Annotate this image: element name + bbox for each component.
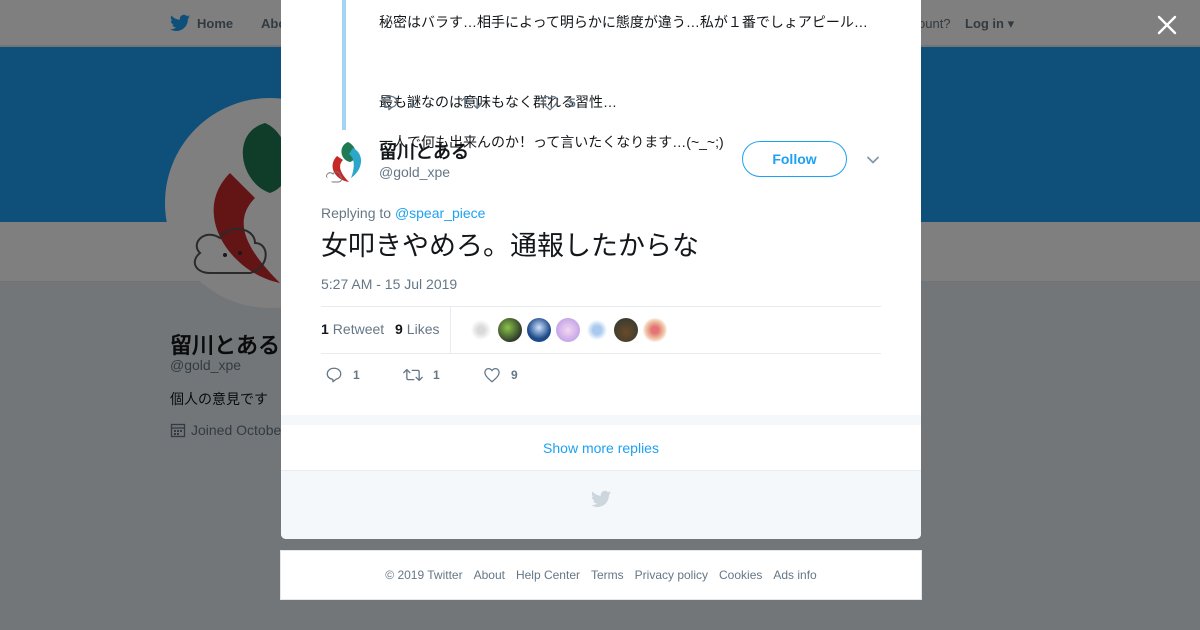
likes-count: 9 [395, 321, 403, 337]
reply-count: 1 [409, 96, 416, 110]
replying-to-link[interactable]: @spear_piece [395, 205, 486, 221]
liker-avatar[interactable] [614, 318, 638, 342]
like-count: 9 [511, 368, 518, 382]
footer-link-help-center[interactable]: Help Center [516, 568, 580, 582]
footer-link-terms[interactable]: Terms [591, 568, 624, 582]
chevron-down-icon[interactable] [865, 152, 881, 168]
liker-avatar[interactable] [498, 318, 522, 342]
footer-link-cookies[interactable]: Cookies [719, 568, 762, 582]
show-more-replies-button[interactable]: Show more replies [281, 425, 921, 471]
modal-footer [281, 471, 921, 539]
author-avatar-drawing [326, 142, 362, 183]
retweets-count: 1 [321, 321, 329, 337]
reply-button[interactable]: 1 [381, 94, 416, 112]
replying-prefix: Replying to [321, 205, 392, 221]
likes-label: Likes [406, 321, 440, 337]
retweet-icon [403, 368, 423, 382]
tweet-stats: 1 Retweet 9 Likes [321, 306, 881, 354]
main-tweet-actions: 1 1 9 [325, 366, 625, 386]
liker-avatars [469, 318, 667, 342]
retweet-button[interactable]: 1 [403, 366, 440, 384]
retweets-label: Retweet [332, 321, 385, 337]
reply-button[interactable]: 1 [325, 366, 360, 384]
liker-avatar[interactable] [469, 318, 493, 342]
reply-icon [382, 95, 398, 111]
heart-icon [484, 367, 500, 383]
author-name[interactable]: 留川とある [379, 138, 469, 164]
page-footer: © 2019 Twitter About Help Center Terms P… [280, 550, 922, 600]
stats-divider [450, 307, 451, 354]
tweet-timestamp[interactable]: 5:27 AM - 15 Jul 2019 [321, 276, 457, 292]
author-avatar[interactable] [321, 138, 369, 186]
reply-icon [326, 367, 342, 383]
footer-link-ads-info[interactable]: Ads info [773, 568, 816, 582]
liker-avatar[interactable] [556, 318, 580, 342]
follow-button[interactable]: Follow [742, 141, 847, 177]
retweets-stat[interactable]: 1 Retweet [321, 321, 384, 337]
footer-link-about[interactable]: About [474, 568, 505, 582]
footer-link-privacy-policy[interactable]: Privacy policy [635, 568, 708, 582]
parent-tweet-line: 最も謎なのは意味もなく群れる習性… [379, 94, 617, 110]
likes-stat[interactable]: 9 Likes [395, 321, 439, 337]
liker-avatar[interactable] [585, 318, 609, 342]
replying-to: Replying to @spear_piece [321, 205, 485, 221]
like-button[interactable]: 9 [483, 366, 518, 384]
heart-icon [542, 95, 558, 111]
tweet-modal: 秘密はバラす…相手によって明らかに態度が違う…私が１番でしょアピール… 最も謎な… [281, 0, 921, 539]
like-count: 5 [569, 96, 576, 110]
retweet-button[interactable] [461, 94, 491, 112]
twitter-bird-icon [591, 490, 611, 507]
author-handle[interactable]: @gold_xpe [379, 164, 450, 180]
parent-tweet-line: 秘密はバラす…相手によって明らかに態度が違う…私が１番でしょアピール… [379, 14, 868, 30]
reply-count: 1 [353, 368, 360, 382]
liker-avatar[interactable] [527, 318, 551, 342]
footer-copyright: © 2019 Twitter [385, 568, 463, 582]
parent-tweet[interactable]: 秘密はバラす…相手によって明らかに態度が違う…私が１番でしょアピール… 最も謎な… [281, 0, 921, 150]
tweet-text: 女叩きやめろ。通報したからな [321, 231, 699, 261]
close-icon[interactable] [1155, 13, 1179, 37]
like-button[interactable]: 5 [541, 94, 576, 112]
replies-separator [281, 415, 921, 425]
retweet-icon [461, 96, 481, 110]
retweet-count: 1 [433, 368, 440, 382]
thread-connector-line [342, 0, 346, 130]
liker-avatar[interactable] [643, 318, 667, 342]
